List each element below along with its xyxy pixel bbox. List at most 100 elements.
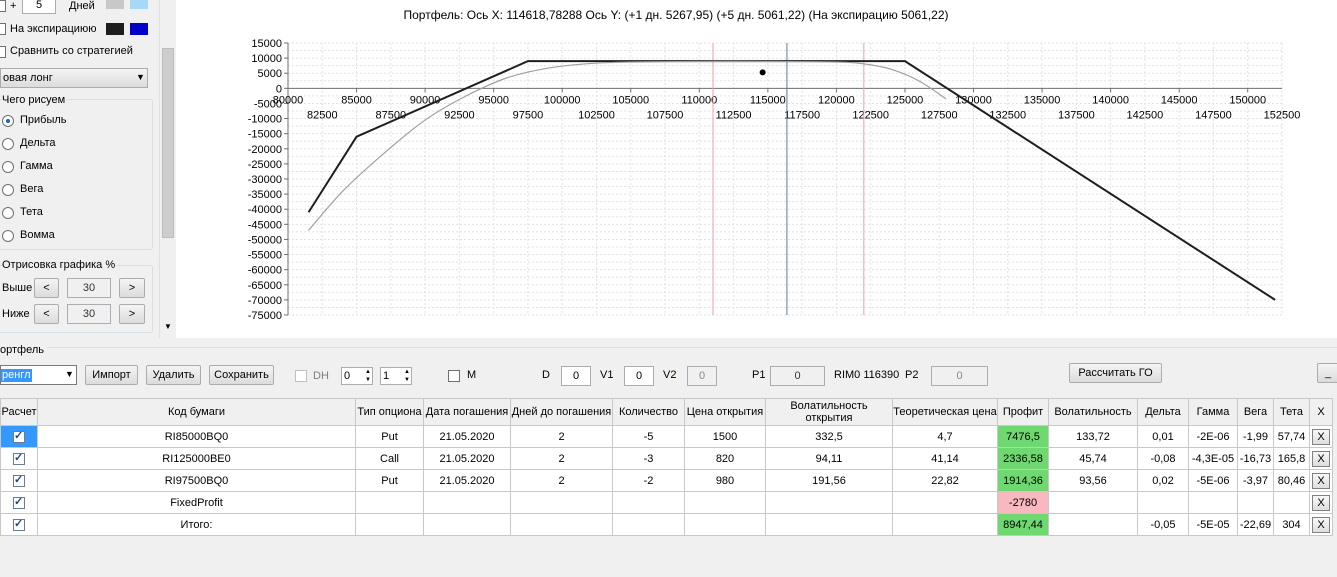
above-decrease-button[interactable]: <	[34, 278, 59, 298]
table-cell[interactable]	[892, 491, 998, 514]
delete-button[interactable]: Удалить	[146, 365, 201, 385]
radio-vega[interactable]	[2, 184, 14, 196]
table-cell[interactable]: 2336,58	[997, 447, 1049, 470]
radio-profit[interactable]	[2, 115, 14, 127]
table-cell[interactable]	[510, 491, 613, 514]
remove-row-button[interactable]: X	[1312, 494, 1330, 511]
table-cell[interactable]: RI97500BQ0	[37, 469, 356, 492]
table-cell[interactable]	[1048, 513, 1138, 536]
payoff-chart[interactable]: Портфель: Ось X: 114618,78288 Ось Y: (+1…	[176, 0, 1337, 338]
v1-input[interactable]: 0	[624, 366, 654, 386]
column-header[interactable]: Тета	[1273, 398, 1310, 426]
remove-row-cell[interactable]: X	[1309, 513, 1333, 536]
days-color-swatch-1[interactable]	[106, 0, 124, 9]
remove-row-cell[interactable]: X	[1309, 491, 1333, 514]
minimize-button[interactable]: _	[1317, 363, 1337, 383]
remove-row-button[interactable]: X	[1312, 472, 1330, 489]
table-cell[interactable]: RI85000BQ0	[37, 425, 356, 448]
table-cell[interactable]: 133,72	[1048, 425, 1138, 448]
table-cell[interactable]: 1500	[684, 425, 766, 448]
table-cell[interactable]: 980	[684, 469, 766, 492]
table-cell[interactable]: 820	[684, 447, 766, 470]
below-value[interactable]: 30	[67, 304, 111, 324]
table-cell[interactable]	[423, 491, 511, 514]
table-cell[interactable]: Put	[355, 425, 424, 448]
table-cell[interactable]	[684, 491, 766, 514]
calc-checkbox-cell[interactable]	[0, 469, 38, 492]
p2-input[interactable]: 0	[931, 366, 988, 386]
above-value[interactable]: 30	[67, 278, 111, 298]
table-cell[interactable]: -2780	[997, 491, 1049, 514]
left-panel-scrollbar[interactable]: ▼	[159, 0, 176, 338]
table-cell[interactable]: -3,97	[1237, 469, 1274, 492]
table-cell[interactable]: 0,01	[1137, 425, 1189, 448]
table-cell[interactable]	[355, 513, 424, 536]
table-cell[interactable]: 21.05.2020	[423, 425, 511, 448]
radio-vomma[interactable]	[2, 230, 14, 242]
table-cell[interactable]	[892, 513, 998, 536]
spin2-input[interactable]: 1 ▲ ▼	[380, 367, 412, 385]
d-input[interactable]: 0	[561, 366, 591, 386]
table-cell[interactable]	[684, 513, 766, 536]
table-cell[interactable]: Put	[355, 469, 424, 492]
table-cell[interactable]: -5	[612, 425, 685, 448]
table-cell[interactable]: 1914,36	[997, 469, 1049, 492]
expiry-checkbox[interactable]	[0, 23, 6, 35]
radio-delta[interactable]	[2, 138, 14, 150]
column-header[interactable]: Волатильность открытия	[765, 398, 893, 426]
table-cell[interactable]	[612, 491, 685, 514]
calc-checkbox[interactable]	[13, 473, 25, 487]
calc-checkbox-cell[interactable]	[0, 447, 38, 470]
table-cell[interactable]: 2	[510, 425, 613, 448]
table-cell[interactable]: -1,99	[1237, 425, 1274, 448]
save-button[interactable]: Сохранить	[209, 365, 274, 385]
table-row[interactable]: RI97500BQ0Put21.05.20202-2980191,5622,82…	[0, 469, 1333, 492]
table-cell[interactable]: 2	[510, 469, 613, 492]
table-cell[interactable]: -2E-06	[1188, 425, 1238, 448]
radio-theta[interactable]	[2, 207, 14, 219]
calc-checkbox[interactable]	[13, 451, 25, 465]
table-cell[interactable]: FixedProfit	[37, 491, 356, 514]
table-cell[interactable]	[510, 513, 613, 536]
calc-checkbox-cell[interactable]	[0, 513, 38, 536]
table-cell[interactable]	[1273, 491, 1310, 514]
table-cell[interactable]: -3	[612, 447, 685, 470]
table-cell[interactable]: -22,69	[1237, 513, 1274, 536]
table-cell[interactable]	[1048, 491, 1138, 514]
chart-canvas[interactable]: 150001000050000-5000-10000-15000-20000-2…	[176, 0, 1337, 338]
table-cell[interactable]: 2	[510, 447, 613, 470]
table-cell[interactable]	[1137, 491, 1189, 514]
table-cell[interactable]	[1237, 491, 1274, 514]
remove-row-button[interactable]: X	[1312, 450, 1330, 467]
table-cell[interactable]	[765, 513, 893, 536]
table-cell[interactable]: -4,3E-05	[1188, 447, 1238, 470]
column-header[interactable]: Дельта	[1137, 398, 1189, 426]
calc-checkbox[interactable]	[13, 517, 25, 531]
remove-row-button[interactable]: X	[1312, 428, 1330, 445]
calc-checkbox[interactable]	[13, 429, 25, 443]
table-cell[interactable]	[1188, 491, 1238, 514]
m-checkbox[interactable]	[448, 370, 460, 382]
calc-checkbox[interactable]	[13, 495, 25, 509]
column-header[interactable]: Код бумаги	[37, 398, 356, 426]
table-cell[interactable]: 21.05.2020	[423, 469, 511, 492]
column-header[interactable]: Расчет	[0, 398, 38, 426]
table-cell[interactable]: -5E-05	[1188, 513, 1238, 536]
remove-row-button[interactable]: X	[1312, 516, 1330, 533]
table-cell[interactable]: 332,5	[765, 425, 893, 448]
expiry-color-swatch-1[interactable]	[106, 23, 124, 35]
calc-checkbox-cell[interactable]	[0, 425, 38, 448]
table-cell[interactable]: -16,73	[1237, 447, 1274, 470]
radio-gamma[interactable]	[2, 161, 14, 173]
table-cell[interactable]: -0,08	[1137, 447, 1189, 470]
calculate-margin-button[interactable]: Рассчитать ГО	[1069, 363, 1162, 383]
table-cell[interactable]: 22,82	[892, 469, 998, 492]
portfolio-select[interactable]: ренгл ▼	[0, 365, 77, 385]
v2-input[interactable]: 0	[687, 366, 717, 386]
table-cell[interactable]: 94,11	[765, 447, 893, 470]
column-header[interactable]: Цена открытия	[684, 398, 766, 426]
table-cell[interactable]: 7476,5	[997, 425, 1049, 448]
table-cell[interactable]: 93,56	[1048, 469, 1138, 492]
days-checkbox[interactable]	[0, 0, 6, 12]
compare-checkbox[interactable]	[0, 46, 6, 58]
